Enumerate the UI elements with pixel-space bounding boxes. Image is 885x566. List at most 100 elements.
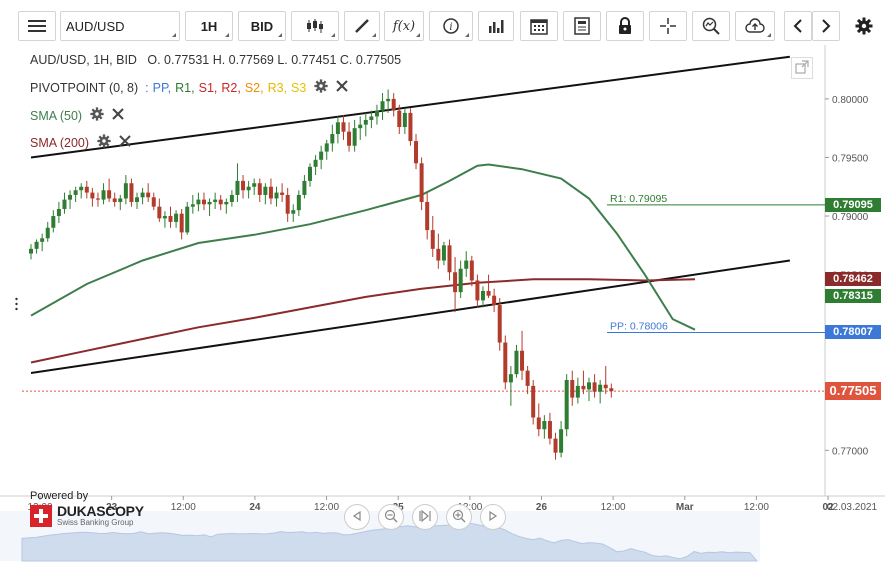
candle-body bbox=[547, 421, 552, 439]
sma200-legend[interactable]: SMA (200) bbox=[30, 134, 131, 151]
symbol-select[interactable]: AUD/USD bbox=[60, 11, 180, 41]
candle-body bbox=[324, 143, 329, 152]
pivot-item: S3 bbox=[291, 80, 307, 95]
candle-body bbox=[73, 190, 78, 195]
pane-resize-handle[interactable] bbox=[15, 297, 18, 311]
volume-button[interactable] bbox=[478, 11, 514, 41]
settings-icon bbox=[855, 17, 873, 35]
calendar-button[interactable] bbox=[520, 11, 558, 41]
candle-body bbox=[140, 192, 145, 198]
candle-body bbox=[190, 204, 195, 207]
zoom-in-button[interactable] bbox=[446, 504, 472, 530]
sma200-label: SMA (200) bbox=[30, 135, 90, 150]
side-select[interactable]: BID bbox=[238, 11, 286, 41]
prev-button[interactable] bbox=[784, 11, 812, 41]
candle-body bbox=[575, 385, 580, 398]
candle-body bbox=[492, 295, 497, 306]
expand-button[interactable] bbox=[791, 57, 813, 79]
candle-body bbox=[308, 166, 312, 181]
news-icon bbox=[574, 17, 590, 35]
close-icon[interactable] bbox=[119, 135, 131, 150]
timeframe-select[interactable]: 1H bbox=[185, 11, 233, 41]
expand-icon bbox=[795, 59, 809, 77]
candle-body bbox=[603, 384, 608, 389]
scroll-right-button[interactable] bbox=[480, 504, 506, 530]
candle-body bbox=[241, 180, 246, 191]
candle-body bbox=[458, 268, 463, 293]
price-chart[interactable]: 0.800000.795000.790000.785000.780000.775… bbox=[0, 45, 885, 566]
draw-button[interactable] bbox=[344, 11, 380, 41]
zoom-out-button[interactable] bbox=[378, 504, 404, 530]
channel-lower-line bbox=[30, 259, 791, 374]
candle-body bbox=[319, 151, 324, 160]
candle-body bbox=[101, 190, 106, 200]
prev-icon bbox=[792, 18, 804, 34]
close-icon[interactable] bbox=[112, 108, 124, 123]
next-icon bbox=[820, 18, 832, 34]
draw-icon bbox=[354, 18, 370, 34]
candle-body bbox=[162, 216, 167, 219]
candle-body bbox=[592, 382, 597, 392]
reset-zoom-button[interactable] bbox=[412, 504, 438, 530]
candle-body bbox=[268, 186, 273, 199]
gear-icon[interactable] bbox=[314, 79, 328, 96]
menu-button[interactable] bbox=[18, 11, 56, 41]
info-button[interactable]: i bbox=[429, 11, 473, 41]
candle-body bbox=[341, 122, 346, 132]
sma50-legend[interactable]: SMA (50) bbox=[30, 107, 124, 124]
svg-text:i: i bbox=[449, 22, 452, 33]
candle-body bbox=[380, 101, 385, 111]
candle-body bbox=[151, 197, 156, 207]
function-button[interactable]: f(x) bbox=[384, 11, 424, 41]
logo-name: DUKASCOPY bbox=[57, 503, 144, 519]
chart-type-button[interactable] bbox=[291, 11, 339, 41]
candle-body bbox=[514, 350, 519, 375]
candle-body bbox=[291, 210, 296, 214]
drag-dots-icon bbox=[15, 297, 18, 314]
candle-body bbox=[408, 112, 413, 142]
candle-body bbox=[520, 350, 525, 371]
candle-body bbox=[609, 388, 614, 392]
candle-body bbox=[581, 385, 586, 390]
pivot-legend[interactable]: PIVOTPOINT (0, 8) : PP, R1, S1, R2, S2, R3, S3 bbox=[30, 79, 349, 96]
candle-body bbox=[252, 183, 257, 187]
pivot-item: R1, bbox=[175, 80, 195, 95]
zoom-button[interactable] bbox=[692, 11, 730, 41]
crosshair-button[interactable] bbox=[649, 11, 687, 41]
next-button[interactable] bbox=[812, 11, 840, 41]
candle-body bbox=[95, 198, 100, 200]
news-button[interactable] bbox=[563, 11, 601, 41]
candle-body bbox=[185, 206, 190, 233]
price-badge: 0.77505 bbox=[825, 382, 881, 401]
pivot-label: PIVOTPOINT (0, 8) bbox=[30, 80, 139, 95]
powered-by-label: Powered by bbox=[30, 490, 89, 502]
candle-body bbox=[480, 291, 485, 301]
chart-area[interactable]: 0.800000.795000.790000.785000.780000.775… bbox=[0, 45, 885, 566]
candle-body bbox=[503, 342, 508, 383]
close-icon[interactable] bbox=[336, 80, 349, 95]
candle-body bbox=[179, 213, 184, 233]
gear-icon[interactable] bbox=[97, 134, 111, 151]
candle-body bbox=[235, 180, 240, 195]
candle-body bbox=[542, 421, 547, 430]
price-badge: 0.78007 bbox=[825, 325, 881, 340]
settings-button[interactable] bbox=[850, 11, 878, 41]
candlestick-icon bbox=[306, 18, 324, 34]
candle-body bbox=[531, 385, 536, 418]
sma50-label: SMA (50) bbox=[30, 108, 83, 123]
timeframe-label: 1H bbox=[200, 18, 218, 34]
upload-button[interactable] bbox=[735, 11, 775, 41]
info-icon: i bbox=[443, 18, 459, 34]
candle-body bbox=[146, 192, 151, 198]
lock-icon bbox=[617, 17, 633, 35]
candle-body bbox=[107, 190, 112, 199]
candle-body bbox=[374, 110, 379, 117]
scroll-left-button[interactable] bbox=[344, 504, 370, 530]
gear-icon[interactable] bbox=[90, 107, 104, 124]
lock-button[interactable] bbox=[606, 11, 644, 41]
reset-icon bbox=[418, 509, 432, 526]
candle-body bbox=[79, 186, 84, 191]
candle-body bbox=[469, 260, 474, 281]
candle-body bbox=[207, 201, 212, 205]
candle-body bbox=[168, 216, 173, 222]
